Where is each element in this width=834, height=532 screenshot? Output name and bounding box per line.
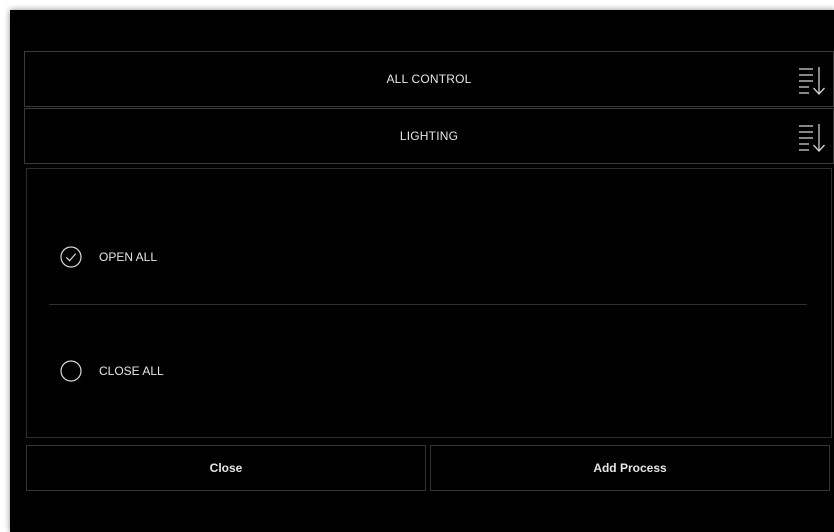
radio-unchecked-icon[interactable] [60, 360, 82, 382]
close-all-option[interactable]: CLOSE ALL [27, 351, 831, 391]
radio-checked-icon[interactable] [60, 246, 82, 268]
add-process-button[interactable]: Add Process [430, 445, 830, 491]
all-control-dropdown[interactable]: ALL CONTROL [24, 51, 834, 107]
process-dialog: ALL CONTROL LIGHTING OPEN ALL CLOSE ALL … [10, 10, 834, 532]
open-all-label: OPEN ALL [99, 250, 158, 264]
list-sort-icon [799, 124, 825, 152]
options-panel: OPEN ALL CLOSE ALL [26, 168, 832, 438]
close-button[interactable]: Close [26, 445, 426, 491]
lighting-dropdown[interactable]: LIGHTING [24, 108, 834, 164]
close-all-label: CLOSE ALL [99, 364, 164, 378]
list-sort-icon [799, 67, 825, 95]
open-all-option[interactable]: OPEN ALL [27, 237, 831, 277]
divider [49, 304, 807, 305]
dropdown-label: ALL CONTROL [386, 72, 472, 86]
dropdown-label: LIGHTING [399, 129, 459, 143]
